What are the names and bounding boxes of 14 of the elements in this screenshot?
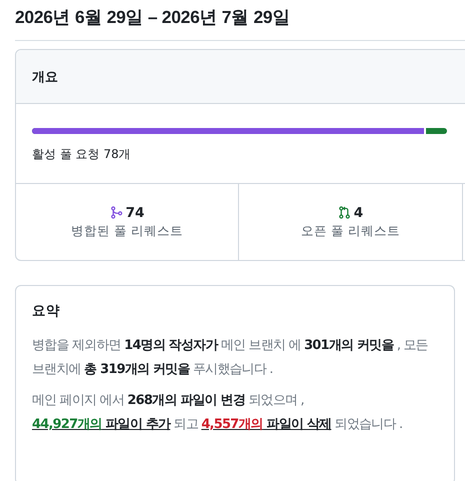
pull-request-icon <box>338 206 351 219</box>
card-heading: 개요 <box>32 68 58 86</box>
summary-paragraph: 메인 페이지 에서 268개의 파일이 변경 되었으며 , 44,927개의 파일이 추가 되고 4,557개의 파일이 삭제 되었습니다 . <box>32 392 404 434</box>
summary-paragraph: 병합을 제외하면 14명의 작성자가 메인 브랜치 에 301개의 커밋을 , 모든 브랜치에 총 319개의 커밋을 푸시했습니다 . <box>32 337 429 379</box>
pull-request-count: 74 <box>126 204 144 220</box>
active-pull-requests-text: 활성 풀 요청 78개 <box>32 146 132 163</box>
page-title: 2026년 6월 29일 – 2026년 7월 29일 <box>15 6 292 29</box>
card-heading: 요약 <box>32 302 61 320</box>
files-added-link[interactable]: 44,927개의 파일이 추가 <box>32 417 170 432</box>
merge-icon <box>110 206 123 219</box>
stat-link[interactable]: 병합된 풀 리퀘스트 <box>71 222 183 240</box>
stat-link[interactable]: 오픈 풀 리퀘스트 <box>301 222 400 240</box>
pull-request-count: 4 <box>354 204 364 220</box>
files-removed-link[interactable]: 4,557개의 파일이 삭제 <box>201 417 332 432</box>
